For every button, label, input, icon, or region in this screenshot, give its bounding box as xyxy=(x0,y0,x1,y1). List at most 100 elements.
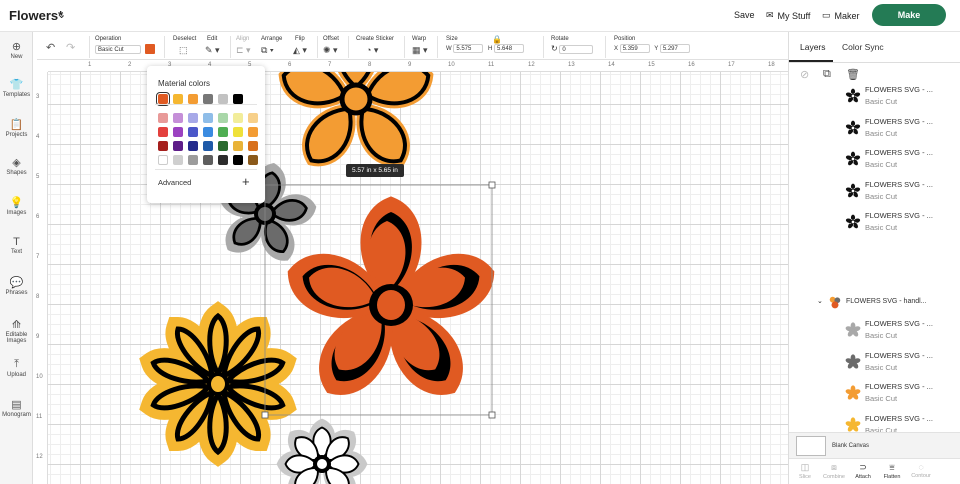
nav-item-projects[interactable]: 📋 Projects xyxy=(0,118,33,138)
tab-color-sync[interactable]: Color Sync xyxy=(842,42,884,52)
layer-row[interactable]: FLOWERS SVG - ... Basic Cut xyxy=(789,348,960,379)
color-swatch[interactable] xyxy=(158,127,168,137)
slice-icon: ◫ xyxy=(800,462,810,472)
blank-canvas-row[interactable]: Blank Canvas xyxy=(789,432,960,458)
arrange-button[interactable]: Arrange ⧉ ▾ xyxy=(261,36,282,56)
tab-layers[interactable]: Layers xyxy=(800,42,826,52)
clipboard-icon: 📋 xyxy=(9,119,24,131)
nav-item-text[interactable]: T Text xyxy=(0,236,33,255)
red-orange-flower[interactable] xyxy=(289,205,493,399)
color-swatch[interactable] xyxy=(173,113,183,123)
layer-row[interactable]: FLOWERS SVG - ... Basic Cut xyxy=(789,316,960,347)
width-input[interactable]: 5.575 xyxy=(453,44,484,53)
delete-layer-icon[interactable]: 🗑 xyxy=(846,68,860,81)
rotate-input[interactable]: 0 xyxy=(559,44,594,54)
color-swatch[interactable] xyxy=(203,155,213,165)
combine-button[interactable]: ⧈ Combine xyxy=(820,462,848,480)
height-input[interactable]: 5.648 xyxy=(494,44,525,53)
align-button[interactable]: Align ⊏ ▾ xyxy=(236,36,251,56)
color-swatch[interactable] xyxy=(233,113,243,123)
flip-button[interactable]: Flip ◭ ▾ xyxy=(293,36,307,56)
color-swatch[interactable] xyxy=(233,127,243,137)
x-input[interactable]: 5.359 xyxy=(619,44,650,53)
nav-item-editable-images[interactable]: ⟰ Editable Images xyxy=(0,318,33,344)
chevron-down-icon[interactable]: ⌄ xyxy=(817,297,823,305)
color-swatch[interactable] xyxy=(188,127,198,137)
layer-row[interactable]: FLOWERS SVG - ... Basic Cut xyxy=(789,208,960,239)
slice-button[interactable]: ◫ Slice xyxy=(791,462,819,480)
nav-item-templates[interactable]: 👕 Templates xyxy=(0,78,33,98)
color-swatch[interactable] xyxy=(248,141,258,151)
color-swatch[interactable] xyxy=(218,113,228,123)
y-input[interactable]: 5.297 xyxy=(659,44,690,53)
redo-icon[interactable]: ↷ xyxy=(66,41,75,54)
chevron-down-icon[interactable]: ⌄ xyxy=(57,8,66,21)
lock-icon[interactable]: 🔒 xyxy=(492,35,502,44)
warp-button[interactable]: Warp ▦ ▾ xyxy=(412,36,428,56)
layer-row[interactable]: FLOWERS SVG - ... Basic Cut xyxy=(789,82,960,113)
nav-item-images[interactable]: 💡 Images xyxy=(0,196,33,216)
layer-row[interactable]: FLOWERS SVG - ... Basic Cut xyxy=(789,379,960,410)
color-swatch[interactable] xyxy=(188,155,198,165)
color-swatch[interactable] xyxy=(173,94,183,104)
layer-row[interactable]: FLOWERS SVG - ... Basic Cut xyxy=(789,114,960,145)
color-swatch[interactable] xyxy=(203,127,213,137)
nav-item-phrases[interactable]: 💬 Phrases xyxy=(0,276,33,296)
outline-flower[interactable] xyxy=(280,422,364,484)
color-swatch[interactable] xyxy=(156,92,170,106)
make-button[interactable]: Make xyxy=(872,4,946,26)
nav-item-upload[interactable]: ⤒ Upload xyxy=(0,358,33,378)
left-sidebar: ⊕ New 👕 Templates 📋 Projects ◈ Shapes 💡 Images T Te… xyxy=(0,32,33,484)
color-swatch[interactable] xyxy=(218,155,228,165)
ruler-tick-label: 16 xyxy=(688,62,695,68)
color-swatch[interactable] xyxy=(218,94,228,104)
my-stuff-button[interactable]: ✉ My Stuff xyxy=(766,10,810,21)
color-swatch[interactable] xyxy=(188,113,198,123)
create-sticker-button[interactable]: Create Sticker ◔ ▾ xyxy=(356,36,394,56)
color-swatch[interactable] xyxy=(233,141,243,151)
color-swatch[interactable] xyxy=(218,127,228,137)
flatten-button[interactable]: ⩸ Flatten xyxy=(878,462,906,480)
color-swatch[interactable] xyxy=(203,113,213,123)
color-swatch[interactable] xyxy=(158,113,168,123)
color-swatch[interactable] xyxy=(248,155,258,165)
color-swatch[interactable] xyxy=(188,141,198,151)
offset-button[interactable]: Offset ✺ ▾ xyxy=(323,36,339,56)
layer-operation: Basic Cut xyxy=(865,191,898,201)
color-swatch[interactable] xyxy=(203,94,213,104)
maker-button[interactable]: ▭ Maker xyxy=(822,10,860,21)
add-color-icon[interactable]: + xyxy=(242,174,250,189)
nav-item-shapes[interactable]: ◈ Shapes xyxy=(0,156,33,176)
layer-row[interactable]: FLOWERS SVG - ... Basic Cut xyxy=(789,145,960,176)
color-swatch[interactable] xyxy=(173,155,183,165)
orange-flower[interactable] xyxy=(278,72,434,171)
deselect-button[interactable]: Deselect ⬚ xyxy=(173,36,196,56)
color-swatch[interactable] xyxy=(233,94,243,104)
color-swatch[interactable] xyxy=(248,113,258,123)
color-swatch[interactable] xyxy=(173,141,183,151)
color-swatch[interactable] xyxy=(188,94,198,104)
nav-item-monogram[interactable]: ▤ Monogram xyxy=(0,398,33,418)
color-swatch[interactable] xyxy=(158,141,168,151)
hide-layer-icon[interactable]: ⊘ xyxy=(800,68,809,81)
color-swatch[interactable] xyxy=(233,155,243,165)
color-swatch[interactable] xyxy=(203,141,213,151)
ruler-tick-label: 14 xyxy=(608,62,615,68)
color-swatch[interactable] xyxy=(218,141,228,151)
color-swatch[interactable] xyxy=(248,127,258,137)
save-button[interactable]: Save xyxy=(734,10,755,20)
nav-item-new[interactable]: ⊕ New xyxy=(0,40,33,60)
color-swatch[interactable] xyxy=(158,155,168,165)
attach-button[interactable]: ⊃ Attach xyxy=(849,462,877,480)
project-title[interactable]: Flowers* xyxy=(9,8,63,23)
advanced-colors-link[interactable]: Advanced xyxy=(158,178,191,187)
layer-group-row[interactable]: ⌄ FLOWERS SVG - handl... xyxy=(789,292,960,312)
color-swatch[interactable] xyxy=(173,127,183,137)
duplicate-layer-icon[interactable]: ⧉ xyxy=(823,68,831,81)
layer-row[interactable]: FLOWERS SVG - ... Basic Cut xyxy=(789,177,960,208)
undo-icon[interactable]: ↶ xyxy=(46,41,55,54)
contour-button[interactable]: ◌ Contour xyxy=(907,462,935,479)
operation-color-swatch[interactable] xyxy=(144,44,155,54)
operation-select[interactable]: Basic Cut xyxy=(95,44,141,54)
edit-button[interactable]: Edit ✎ ▾ xyxy=(205,36,220,56)
